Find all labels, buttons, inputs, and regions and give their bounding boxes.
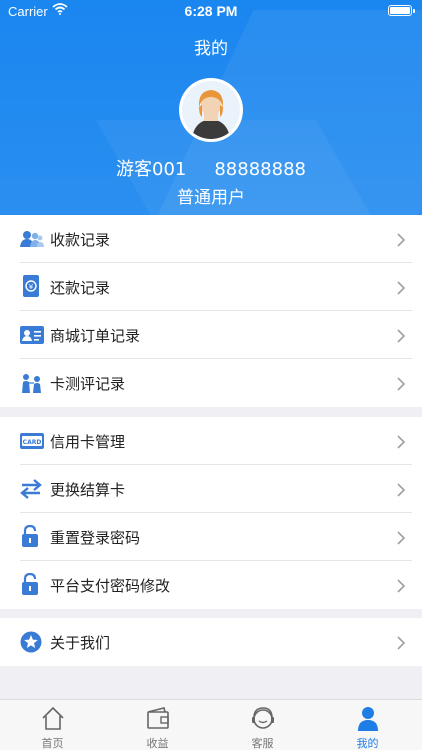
menu-item-mall-orders[interactable]: 商城订单记录 bbox=[0, 311, 422, 359]
menu-item-label: 收款记录 bbox=[50, 231, 111, 249]
swap-arrows-icon bbox=[20, 479, 42, 499]
person-icon bbox=[355, 705, 381, 731]
menu-item-label: 关于我们 bbox=[50, 634, 111, 652]
menu-item-label: 卡测评记录 bbox=[50, 375, 126, 393]
menu-item-card-evaluation[interactable]: 卡测评记录 bbox=[0, 359, 422, 407]
wallet-icon bbox=[145, 705, 171, 731]
tab-bar: 首页 收益 客服 我的 bbox=[0, 699, 422, 750]
order-card-icon bbox=[20, 325, 44, 345]
home-icon bbox=[40, 705, 66, 731]
menu-item-label: 更换结算卡 bbox=[50, 481, 126, 499]
chevron-right-icon bbox=[397, 578, 406, 593]
chevron-right-icon bbox=[397, 328, 406, 343]
profile-header: Carrier 6:28 PM 我的 游客001 88888888 普通用户 bbox=[0, 0, 422, 215]
tab-customer-service[interactable]: 客服 bbox=[210, 700, 315, 750]
menu-item-label: 信用卡管理 bbox=[50, 433, 126, 451]
lock-icon bbox=[20, 572, 42, 595]
about-menu: 关于我们 bbox=[0, 618, 422, 666]
status-bar: Carrier 6:28 PM bbox=[0, 0, 422, 22]
page-title: 我的 bbox=[194, 39, 228, 59]
payment-voucher-icon: ¥ bbox=[20, 275, 42, 297]
records-menu: 收款记录 ¥ 还款记录 商城订单记录 卡测评记录 bbox=[0, 215, 422, 407]
menu-item-label: 商城订单记录 bbox=[50, 327, 141, 345]
evaluation-icon bbox=[20, 373, 42, 393]
chevron-right-icon bbox=[397, 530, 406, 545]
tab-mine[interactable]: 我的 bbox=[315, 700, 420, 750]
user-identity: 游客001 88888888 bbox=[0, 155, 422, 181]
chevron-right-icon bbox=[397, 280, 406, 295]
tab-earnings[interactable]: 收益 bbox=[105, 700, 210, 750]
chevron-right-icon bbox=[397, 232, 406, 247]
lock-icon bbox=[20, 524, 42, 547]
svg-text:CARD: CARD bbox=[23, 439, 42, 446]
chevron-right-icon bbox=[397, 635, 406, 650]
tab-label: 收益 bbox=[146, 737, 169, 750]
chevron-right-icon bbox=[397, 376, 406, 391]
menu-item-about-us[interactable]: 关于我们 bbox=[0, 618, 422, 666]
users-icon bbox=[20, 229, 44, 249]
menu-item-label: 重置登录密码 bbox=[50, 529, 141, 547]
tab-label: 首页 bbox=[41, 737, 64, 750]
menu-item-reset-login-password[interactable]: 重置登录密码 bbox=[0, 513, 422, 561]
menu-item-label: 平台支付密码修改 bbox=[50, 577, 171, 595]
user-id: 88888888 bbox=[214, 159, 306, 180]
tab-label: 客服 bbox=[251, 737, 274, 750]
user-type: 普通用户 bbox=[177, 188, 245, 208]
chevron-right-icon bbox=[397, 434, 406, 449]
menu-item-label: 还款记录 bbox=[50, 279, 111, 297]
avatar[interactable] bbox=[179, 78, 243, 142]
menu-item-credit-card-management[interactable]: CARD 信用卡管理 bbox=[0, 417, 422, 465]
menu-item-collection-records[interactable]: 收款记录 bbox=[0, 215, 422, 263]
chevron-right-icon bbox=[397, 482, 406, 497]
menu-item-payment-password[interactable]: 平台支付密码修改 bbox=[0, 561, 422, 609]
clock: 6:28 PM bbox=[184, 3, 238, 19]
star-icon bbox=[20, 631, 42, 653]
username: 游客001 bbox=[116, 159, 187, 180]
menu-item-repayment-records[interactable]: ¥ 还款记录 bbox=[0, 263, 422, 311]
headset-icon bbox=[250, 705, 276, 731]
account-menu: CARD 信用卡管理 更换结算卡 重置登录密码 平台支付密码修改 bbox=[0, 417, 422, 609]
card-icon: CARD bbox=[20, 431, 44, 451]
menu-item-change-settlement-card[interactable]: 更换结算卡 bbox=[0, 465, 422, 513]
battery-icon bbox=[388, 5, 415, 16]
tab-home[interactable]: 首页 bbox=[0, 700, 105, 750]
svg-text:¥: ¥ bbox=[29, 283, 34, 291]
tab-label: 我的 bbox=[356, 737, 379, 750]
